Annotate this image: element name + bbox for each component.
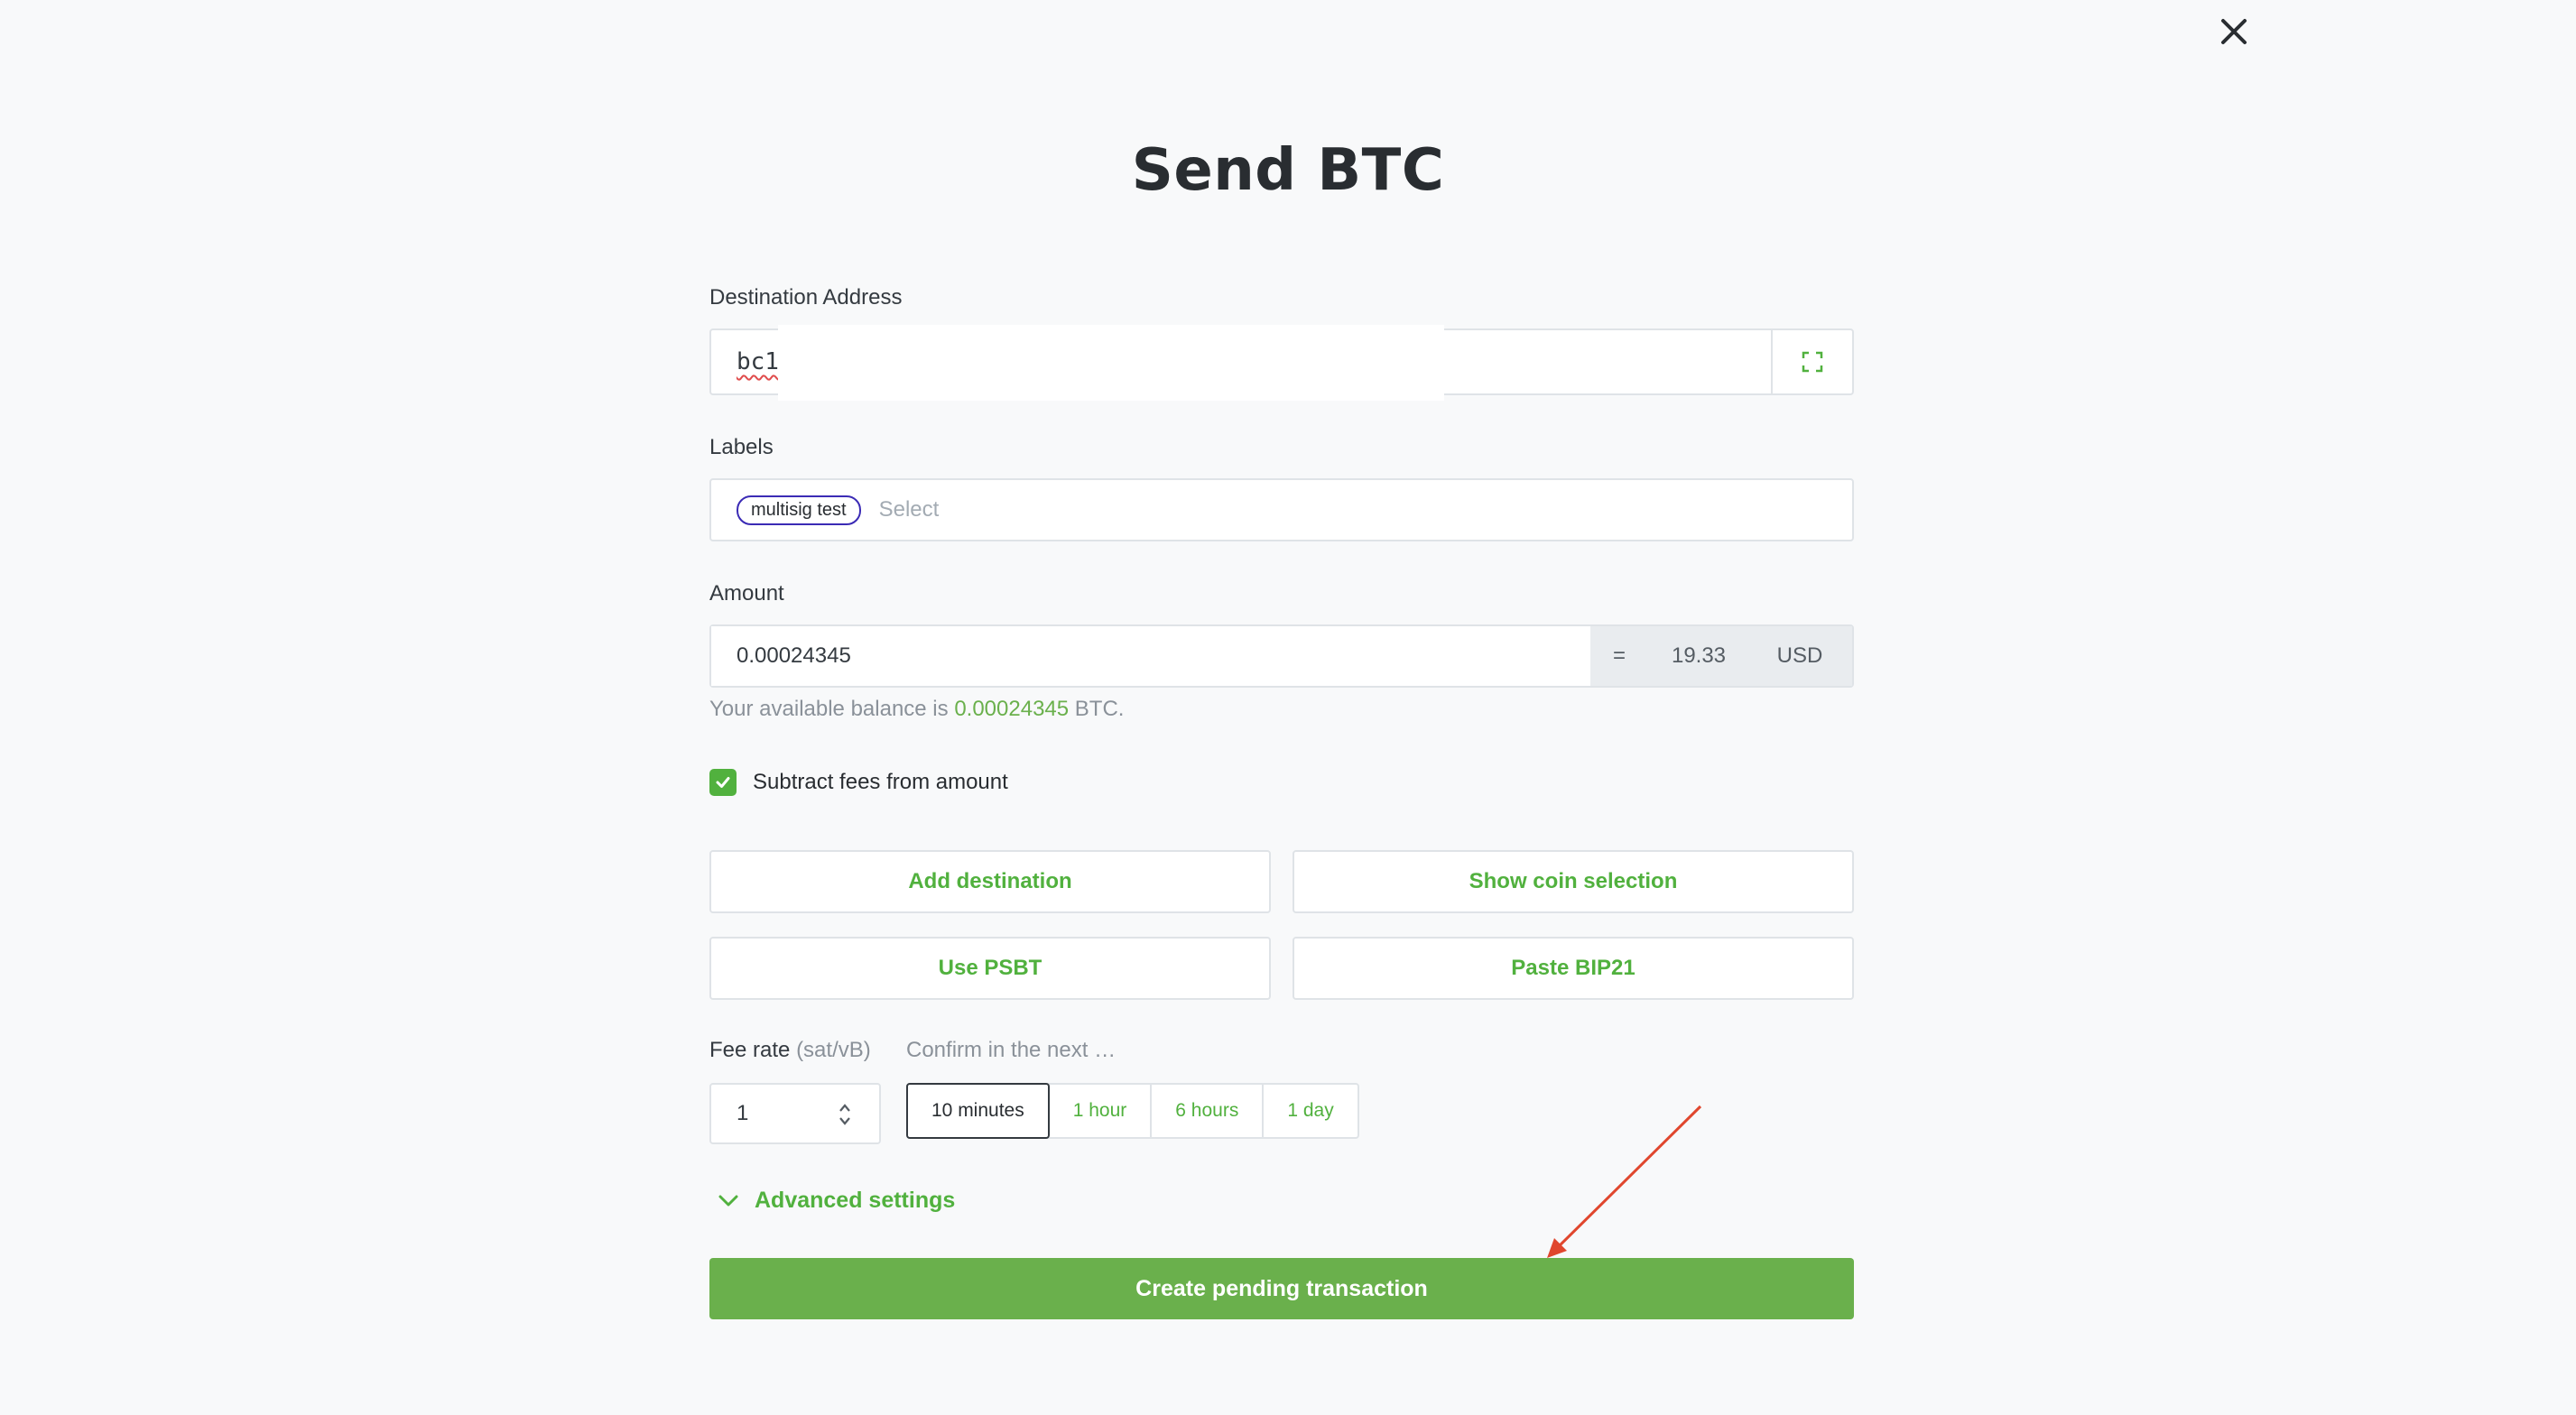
destination-value: bc1 <box>737 348 779 375</box>
advanced-settings-label: Advanced settings <box>755 1188 956 1213</box>
label-tag[interactable]: multisig test <box>737 495 861 525</box>
fiat-currency: USD <box>1776 643 1823 668</box>
redacted-address <box>778 325 1444 401</box>
destination-label: Destination Address <box>709 285 903 310</box>
fee-rate-value: 1 <box>737 1101 749 1125</box>
check-icon <box>716 777 730 788</box>
target-1-hour[interactable]: 1 hour <box>1050 1085 1153 1137</box>
page-title: Send BTC <box>1131 137 1445 204</box>
show-coin-selection-button[interactable]: Show coin selection <box>1293 850 1854 913</box>
fiat-conversion: = 19.33 USD <box>1590 626 1852 686</box>
fee-rate-unit: (sat/vB) <box>796 1038 871 1062</box>
scan-qr-button[interactable] <box>1771 330 1852 393</box>
scan-icon <box>1802 351 1823 373</box>
equals-sign: = <box>1612 643 1626 668</box>
labels-select[interactable]: multisig test Select <box>709 478 1854 541</box>
target-6-hours[interactable]: 6 hours <box>1152 1085 1265 1137</box>
target-10-minutes[interactable]: 10 minutes <box>906 1083 1050 1139</box>
fiat-value: 19.33 <box>1671 643 1727 668</box>
balance-value[interactable]: 0.00024345 <box>954 697 1069 721</box>
add-destination-button[interactable]: Add destination <box>709 850 1271 913</box>
confirm-label: Confirm in the next … <box>906 1038 1117 1062</box>
amount-label: Amount <box>709 581 784 606</box>
fee-rate-label: Fee rate (sat/vB) <box>709 1038 871 1063</box>
destination-field[interactable]: bc1 <box>709 325 1854 401</box>
subtract-fees-checkbox[interactable] <box>709 769 737 796</box>
close-icon <box>2221 19 2247 44</box>
subtract-fees-label: Subtract fees from amount <box>753 770 1008 794</box>
target-1-day[interactable]: 1 day <box>1264 1085 1357 1137</box>
send-btc-dialog: Send BTC Destination Address bc1 Labels … <box>0 0 2576 1415</box>
confirmation-target-group: 10 minutes 1 hour 6 hours 1 day <box>906 1083 1359 1139</box>
amount-input[interactable]: 0.00024345 <box>711 626 1590 686</box>
chevron-down-icon <box>718 1195 738 1206</box>
create-pending-transaction-button[interactable]: Create pending transaction <box>709 1258 1854 1319</box>
paste-bip21-button[interactable]: Paste BIP21 <box>1293 937 1854 1000</box>
balance-suffix: BTC. <box>1074 697 1125 721</box>
annotation-arrow-icon <box>1547 1105 1702 1258</box>
subtract-fees-row[interactable]: Subtract fees from amount <box>709 769 1008 796</box>
balance-prefix: Your available balance is <box>709 697 949 721</box>
available-balance: Your available balance is 0.00024345 BTC… <box>709 697 1124 722</box>
amount-field: 0.00024345 = 19.33 USD <box>709 624 1854 688</box>
labels-placeholder: Select <box>878 497 940 522</box>
fee-rate-input[interactable]: 1 <box>709 1083 881 1144</box>
use-psbt-button[interactable]: Use PSBT <box>709 937 1271 1000</box>
advanced-settings-toggle[interactable]: Advanced settings <box>718 1188 955 1214</box>
close-button[interactable] <box>2213 11 2255 52</box>
labels-label: Labels <box>709 435 774 459</box>
fee-rate-text: Fee rate <box>709 1038 791 1062</box>
stepper-icon[interactable] <box>838 1101 852 1128</box>
